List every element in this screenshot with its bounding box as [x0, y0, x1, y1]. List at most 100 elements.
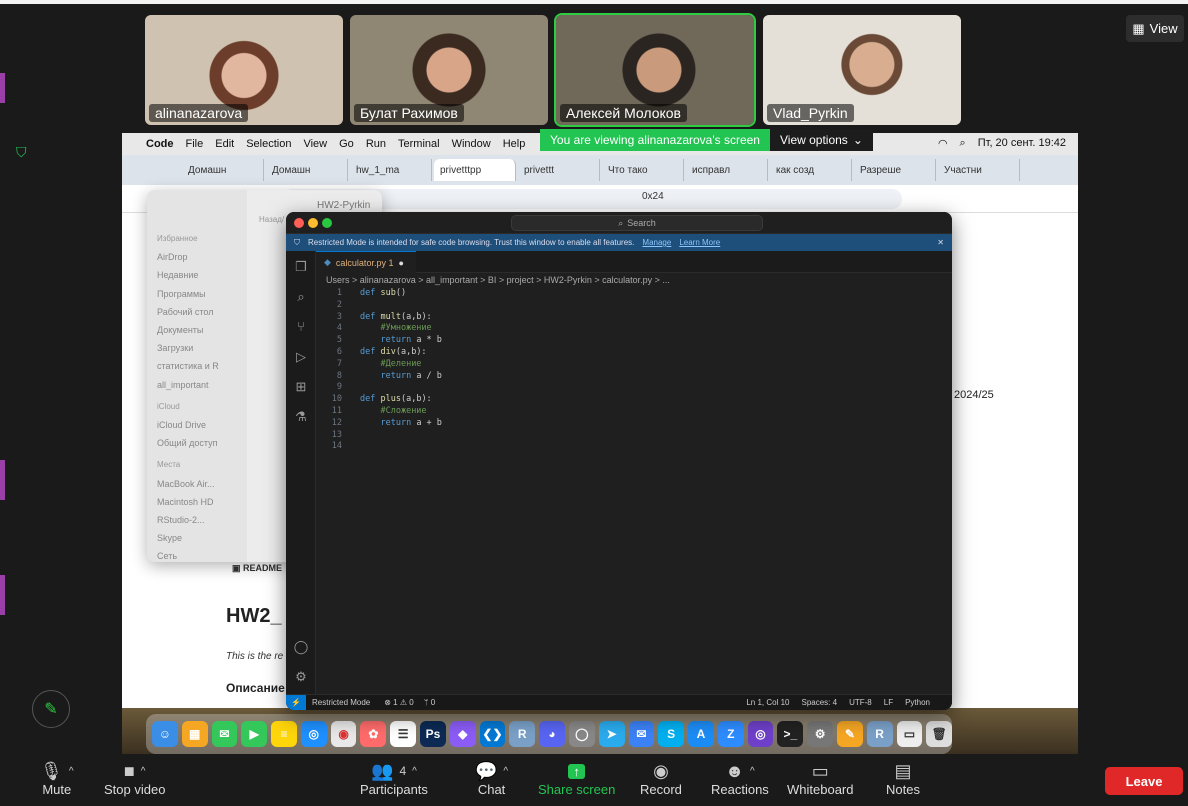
chrome-tab[interactable]: privettt: [518, 159, 600, 181]
menu-run[interactable]: Run: [366, 138, 386, 150]
chrome-tab[interactable]: исправл: [686, 159, 768, 181]
share-screen-button[interactable]: ↑ Share screen: [538, 760, 615, 797]
code-line[interactable]: def mult(a,b):: [360, 312, 432, 324]
menu-terminal[interactable]: Terminal: [398, 138, 440, 150]
chevron-up-icon[interactable]: ^: [412, 766, 417, 777]
close-icon[interactable]: ✕: [937, 238, 944, 247]
maximize-button[interactable]: [322, 218, 332, 228]
trash-icon[interactable]: 🗑: [926, 721, 953, 747]
appstore-icon[interactable]: A: [688, 721, 714, 747]
code-line[interactable]: def plus(a,b):: [360, 394, 432, 406]
video-tile-1[interactable]: alinanazarova: [145, 15, 343, 125]
view-button[interactable]: ▦ View: [1126, 15, 1184, 42]
chat-button[interactable]: 💬 ^ Chat: [475, 760, 508, 798]
chrome-tab[interactable]: Разреше: [854, 159, 936, 181]
finder-item[interactable]: Недавние: [157, 266, 247, 284]
finder-icon[interactable]: ☺: [152, 721, 178, 747]
chrome-tab[interactable]: как созд: [770, 159, 852, 181]
chevron-up-icon[interactable]: ^: [503, 766, 508, 777]
code-line[interactable]: #Деление: [360, 359, 421, 371]
mute-button[interactable]: 🎙 ^ Mute: [40, 760, 74, 798]
photoshop-icon[interactable]: Ps: [420, 721, 446, 747]
chrome-tab[interactable]: Что тако: [602, 159, 684, 181]
code-line[interactable]: #Сложение: [360, 406, 426, 418]
chevron-up-icon[interactable]: ^: [69, 766, 74, 777]
finder-item[interactable]: MacBook Air...: [157, 475, 247, 493]
editor-tab-calculator[interactable]: ◆ calculator.py 1 ●: [316, 251, 416, 273]
minimize-button[interactable]: [308, 218, 318, 228]
extensions-icon[interactable]: ⊞: [293, 379, 309, 395]
discord-icon[interactable]: ◕: [539, 721, 565, 747]
code-line[interactable]: return a + b: [360, 418, 441, 430]
gear-icon[interactable]: ⚙: [293, 669, 309, 685]
chrome-icon[interactable]: ◉: [330, 721, 357, 747]
testing-icon[interactable]: ⚗: [293, 409, 309, 425]
finder-back[interactable]: Назад/: [259, 215, 284, 224]
notes-button[interactable]: ▤ Notes: [886, 760, 920, 798]
settings-icon[interactable]: ⚙: [807, 721, 833, 747]
finder-item[interactable]: Рабочий стол: [157, 303, 247, 321]
finder-item[interactable]: статистика и R: [157, 357, 247, 375]
mail-icon[interactable]: ✉: [628, 721, 655, 747]
menu-file[interactable]: File: [186, 138, 204, 150]
view-options-button[interactable]: View options ⌄: [769, 129, 873, 151]
menu-go[interactable]: Go: [339, 138, 354, 150]
encoding-status[interactable]: UTF-8: [849, 698, 872, 707]
breadcrumb[interactable]: Users > alinanazarova > all_important > …: [326, 275, 670, 285]
finder-item[interactable]: Программы: [157, 285, 247, 303]
figma-icon[interactable]: ◆: [449, 721, 476, 747]
account-icon[interactable]: ◯: [293, 639, 309, 655]
pages-icon[interactable]: ✎: [836, 721, 863, 747]
restricted-mode-status[interactable]: Restricted Mode: [312, 698, 370, 707]
eol-status[interactable]: LF: [884, 698, 893, 707]
finder-item[interactable]: all_important: [157, 376, 247, 394]
video-tile-4[interactable]: Vlad_Pyrkin: [763, 15, 961, 125]
launchpad-icon[interactable]: ▦: [181, 721, 208, 747]
code-editor[interactable]: 1 def sub() 2 3 def mult(a,b): 4 #Умножение 5 …: [316, 288, 916, 688]
whiteboard-button[interactable]: ▭ Whiteboard: [787, 760, 853, 798]
command-search[interactable]: ⌕ Search: [511, 215, 763, 231]
safari-icon[interactable]: ◎: [300, 721, 327, 747]
source-control-icon[interactable]: ⑂: [293, 319, 309, 335]
rstudio-icon[interactable]: R: [509, 721, 536, 747]
menu-help[interactable]: Help: [503, 138, 526, 150]
finder-item[interactable]: Документы: [157, 321, 247, 339]
menu-view[interactable]: View: [303, 138, 327, 150]
code-line[interactable]: #Умножение: [360, 323, 431, 335]
chevron-up-icon[interactable]: ^: [750, 766, 755, 777]
preview-icon[interactable]: ▭: [896, 721, 923, 747]
indent-status[interactable]: Spaces: 4: [802, 698, 838, 707]
telegram-icon[interactable]: ➤: [598, 721, 625, 747]
record-button[interactable]: ◉ Record: [640, 760, 682, 798]
finder-item[interactable]: Сеть: [157, 547, 247, 565]
menu-selection[interactable]: Selection: [246, 138, 291, 150]
remote-icon[interactable]: ⚡: [286, 695, 306, 710]
reactions-button[interactable]: ☻ ^ Reactions: [711, 760, 769, 798]
chevron-up-icon[interactable]: ^: [141, 766, 146, 777]
explorer-icon[interactable]: ❐: [293, 259, 309, 275]
chrome-tab[interactable]: hw_1_ma: [350, 159, 432, 181]
menu-window[interactable]: Window: [452, 138, 491, 150]
chrome-tab[interactable]: Домашн: [182, 159, 264, 181]
unsaved-dot-icon[interactable]: ●: [398, 258, 403, 268]
manage-link[interactable]: Manage: [642, 238, 671, 247]
cursor-position[interactable]: Ln 1, Col 10: [746, 698, 789, 707]
search-icon[interactable]: ⌕: [293, 289, 309, 305]
menu-app[interactable]: Code: [146, 138, 174, 150]
skype-icon[interactable]: S: [658, 721, 685, 747]
leave-button[interactable]: Leave: [1105, 767, 1183, 795]
finder-item[interactable]: RStudio-2...: [157, 511, 247, 529]
finder-item[interactable]: iCloud Drive: [157, 416, 247, 434]
annotate-pencil-button[interactable]: ✎: [32, 690, 70, 728]
stop-video-button[interactable]: ■ ^ Stop video: [104, 760, 165, 798]
zoom-icon[interactable]: Z: [717, 721, 744, 747]
app-icon[interactable]: ◯: [568, 721, 595, 747]
chrome-tab[interactable]: Участни: [938, 159, 1020, 181]
vscode-icon[interactable]: ❮❯: [479, 721, 506, 747]
code-line[interactable]: def sub(): [360, 288, 406, 300]
video-tile-2[interactable]: Булат Рахимов: [350, 15, 548, 125]
language-status[interactable]: Python: [905, 698, 930, 707]
reminders-icon[interactable]: ☰: [390, 721, 417, 747]
code-line[interactable]: return a * b: [360, 335, 441, 347]
close-button[interactable]: [294, 218, 304, 228]
